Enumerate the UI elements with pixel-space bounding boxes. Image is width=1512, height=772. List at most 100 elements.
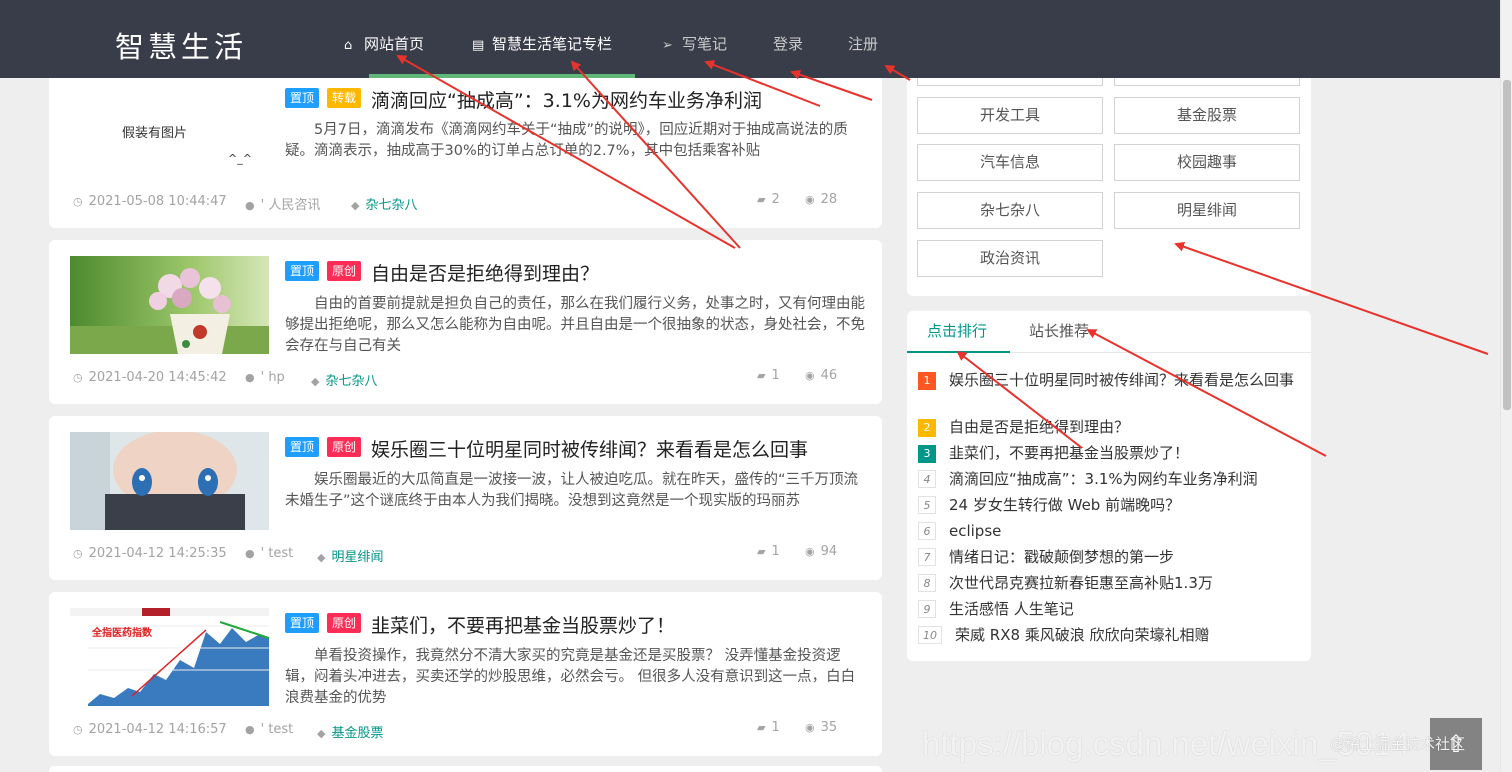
article-thumbnail[interactable]: 全指医药指数 xyxy=(70,608,269,706)
rank-number: 8 xyxy=(918,574,936,592)
nav-write-note-label: 写笔记 xyxy=(682,35,728,53)
article-author: ● ' test xyxy=(245,722,293,737)
user-icon: ● xyxy=(245,723,255,736)
ranking-item[interactable]: 1 娱乐圈三十位明星同时被传绯闻？来看看是怎么回事 xyxy=(918,369,1298,391)
article-comments: ▰ 1 xyxy=(757,368,780,383)
eye-icon: ◉ xyxy=(805,193,815,206)
ranking-item[interactable]: 5 24 岁女生转行做 Web 前端晚吗？ xyxy=(918,494,1298,516)
tag-icon: ◆ xyxy=(317,551,326,564)
article-date: ◷ 2021-04-12 14:25:35 xyxy=(73,546,227,561)
article-category[interactable]: ◆ 杂七杂八 xyxy=(311,370,377,389)
badge-pinned: 置顶 xyxy=(285,613,320,633)
nav-home[interactable]: ⌂ 网站首页 xyxy=(344,33,424,54)
category-button[interactable]: 校园趣事 xyxy=(1114,144,1300,181)
user-icon: ● xyxy=(245,199,255,212)
article-comments-count: 2 xyxy=(771,192,780,207)
badge-pinned: 置顶 xyxy=(285,437,320,457)
rank-number: 4 xyxy=(918,470,936,488)
article-title[interactable]: 娱乐圈三十位明星同时被传绯闻？来看看是怎么回事 xyxy=(371,435,808,462)
category-button[interactable]: 明星绯闻 xyxy=(1114,192,1300,229)
ranking-item[interactable]: 8 次世代昂克赛拉新春钜惠至高补贴1.3万 xyxy=(918,572,1298,594)
nav-write-note[interactable]: ➢ 写笔记 xyxy=(662,33,727,54)
article-author-text: ' test xyxy=(260,722,294,737)
scrollbar-thumb[interactable] xyxy=(1503,80,1511,410)
nav-notes-column[interactable]: ▤ 智慧生活笔记专栏 xyxy=(472,33,612,54)
article-views-count: 94 xyxy=(820,544,838,559)
article-card[interactable]: 置顶 原创 自由是否是拒绝得到理由？ 自由的首要前提就是担负自己的责任，那么在我… xyxy=(49,240,882,404)
ranking-item-title: 生活感悟 人生笔记 xyxy=(949,600,1074,618)
badge-repost: 转载 xyxy=(327,88,362,108)
article-card[interactable]: 置顶 原创 娱乐圈三十位明星同时被传绯闻？来看看是怎么回事 娱乐圈最近的大瓜简直… xyxy=(49,416,882,580)
article-thumbnail[interactable] xyxy=(70,256,269,354)
ranking-item-title: 荣威 RX8 乘风破浪 欣欣向荣壕礼相赠 xyxy=(955,626,1210,644)
article-views-count: 46 xyxy=(820,368,838,383)
ranking-item-title: 自由是否是拒绝得到理由？ xyxy=(949,418,1130,436)
article-category[interactable]: ◆ 基金股票 xyxy=(317,722,383,741)
clock-icon: ◷ xyxy=(73,371,83,384)
flower-pot-image xyxy=(70,256,269,354)
category-button[interactable]: 汽车信息 xyxy=(917,144,1103,181)
eye-icon: ◉ xyxy=(805,545,815,558)
ranking-item[interactable]: 4 滴滴回应“抽成高”：3.1%为网约车业务净利润 xyxy=(918,468,1298,490)
comment-icon: ▰ xyxy=(757,721,766,734)
article-comments-count: 1 xyxy=(771,720,780,735)
article-title[interactable]: 滴滴回应“抽成高”：3.1%为网约车业务净利润 xyxy=(371,86,762,113)
badge-original: 原创 xyxy=(327,613,362,633)
rank-number: 5 xyxy=(918,496,936,514)
ranking-item-title: 次世代昂克赛拉新春钜惠至高补贴1.3万 xyxy=(949,574,1213,592)
ranking-item[interactable]: 7 情绪日记：戳破颠倒梦想的第一步 xyxy=(918,546,1298,568)
clock-icon: ◷ xyxy=(73,195,83,208)
article-category-text: 杂七杂八 xyxy=(365,198,418,213)
category-button[interactable]: 基金股票 xyxy=(1114,97,1300,134)
ranking-item-title: 24 岁女生转行做 Web 前端晚吗？ xyxy=(949,496,1181,514)
rank-number: 2 xyxy=(918,419,936,437)
tab-recommended[interactable]: 站长推荐 xyxy=(1029,320,1089,341)
belly-photo-image xyxy=(70,432,269,530)
site-logo[interactable]: 智慧生活 xyxy=(115,24,247,66)
article-author: ● ' test xyxy=(245,546,293,561)
category-button[interactable]: 杂七杂八 xyxy=(917,192,1103,229)
article-author: ● ' hp xyxy=(245,370,285,385)
clock-icon: ◷ xyxy=(73,723,83,736)
article-card[interactable]: 全指医药指数 置顶 原创 韭菜们，不要再把基金当股票炒了！ 单看投资操作，我竟然… xyxy=(49,592,882,756)
article-title[interactable]: 自由是否是拒绝得到理由？ xyxy=(371,259,599,286)
tag-icon: ◆ xyxy=(311,375,320,388)
ranking-item[interactable]: 6 eclipse xyxy=(918,520,1298,542)
article-category[interactable]: ◆ 杂七杂八 xyxy=(351,194,417,213)
category-button[interactable]: 政治资讯 xyxy=(917,240,1103,277)
article-card[interactable]: 假装有图片 ^_^ 置顶 转载 滴滴回应“抽成高”：3.1%为网约车业务净利润 … xyxy=(49,70,882,228)
article-views: ◉ 28 xyxy=(805,192,837,207)
article-views: ◉ 94 xyxy=(805,544,837,559)
ranking-item[interactable]: 10 荣威 RX8 乘风破浪 欣欣向荣壕礼相赠 xyxy=(918,624,1298,646)
article-summary: 5月7日，滴滴发布《滴滴网约车关于“抽成”的说明》，回应近期对于抽成高说法的质疑… xyxy=(285,122,848,159)
ranking-item-title: 娱乐圈三十位明星同时被传绯闻？来看看是怎么回事 xyxy=(949,371,1295,389)
article-date: ◷ 2021-04-20 14:45:42 xyxy=(73,370,227,385)
nav-home-label: 网站首页 xyxy=(364,35,425,53)
ranking-item[interactable]: 9 生活感悟 人生笔记 xyxy=(918,598,1298,620)
nav-active-underline xyxy=(369,74,635,78)
tag-icon: ◆ xyxy=(317,727,326,740)
ranking-item-title: 情绪日记：戳破颠倒梦想的第一步 xyxy=(949,548,1175,566)
badge-original: 原创 xyxy=(327,437,362,457)
document-icon: ▤ xyxy=(472,38,485,53)
user-icon: ● xyxy=(245,547,255,560)
tab-click-ranking[interactable]: 点击排行 xyxy=(927,320,987,341)
badge-original: 原创 xyxy=(327,261,362,281)
eye-icon: ◉ xyxy=(805,369,815,382)
rank-number: 6 xyxy=(918,522,936,540)
article-category[interactable]: ◆ 明星绯闻 xyxy=(317,546,383,565)
comment-icon: ▰ xyxy=(757,193,766,206)
rank-number: 3 xyxy=(918,445,936,463)
category-button[interactable]: 开发工具 xyxy=(917,97,1103,134)
ranking-item[interactable]: 2 自由是否是拒绝得到理由？ xyxy=(918,416,1298,438)
article-comments-count: 1 xyxy=(771,544,780,559)
nav-login[interactable]: 登录 xyxy=(773,33,803,54)
article-title[interactable]: 韭菜们，不要再把基金当股票炒了！ xyxy=(371,611,675,638)
page-scrollbar[interactable] xyxy=(1500,0,1512,772)
article-thumbnail[interactable] xyxy=(70,432,269,530)
article-author: ● ' 人民咨讯 xyxy=(245,194,320,213)
article-thumbnail-placeholder[interactable]: 假装有图片 ^_^ xyxy=(70,88,269,186)
nav-register[interactable]: 注册 xyxy=(848,33,878,54)
ranking-item[interactable]: 3 韭菜们，不要再把基金当股票炒了！ xyxy=(918,442,1298,464)
article-date-text: 2021-04-12 14:16:57 xyxy=(88,722,227,737)
